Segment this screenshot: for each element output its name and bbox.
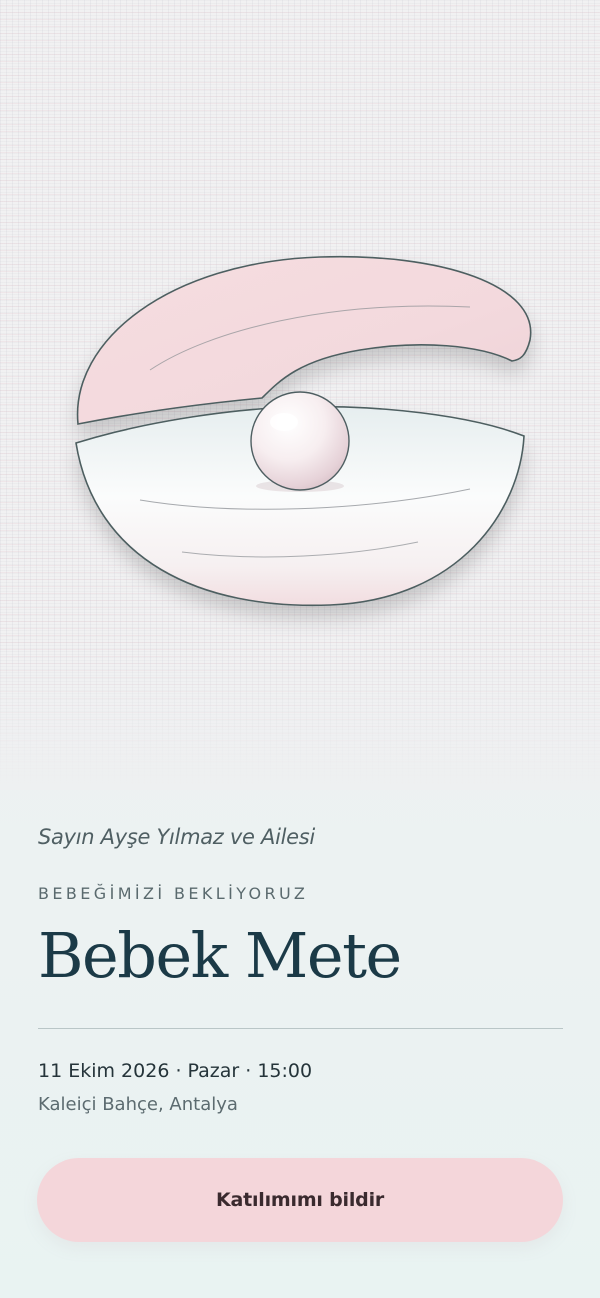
rsvp-button-label: Katılımımı bildir xyxy=(215,1189,385,1211)
invitation-details: Sayın Ayşe Yılmaz ve Ailesi BEBEĞİMİZİ B… xyxy=(38,818,563,1119)
hero-illustration-area xyxy=(0,0,600,790)
guest-salutation: Sayın Ayşe Yılmaz ve Ailesi xyxy=(38,825,315,849)
baby-name-title: Bebek Mete xyxy=(38,919,402,992)
divider xyxy=(38,1028,563,1029)
oyster-pearl-illustration xyxy=(75,255,532,607)
event-venue: Kaleiçi Bahçe, Antalya xyxy=(38,1094,238,1115)
event-eyebrow: BEBEĞİMİZİ BEKLİYORUZ xyxy=(38,884,309,903)
event-datetime: 11 Ekim 2026 · Pazar · 15:00 xyxy=(38,1060,313,1082)
rsvp-button[interactable]: Katılımımı bildir xyxy=(37,1158,563,1242)
